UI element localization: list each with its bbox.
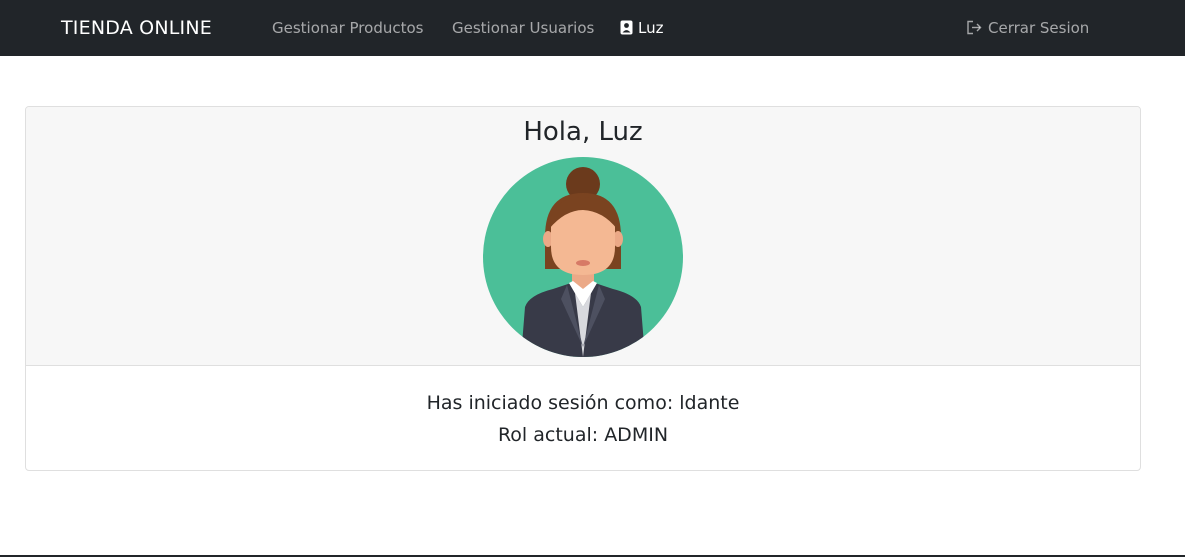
avatar (483, 157, 683, 357)
role-text: Rol actual: ADMIN (497, 424, 669, 446)
profile-card-body: Has iniciado sesión como: ldante Rol act… (26, 387, 1140, 451)
profile-card-header: Hola, Luz (26, 107, 1140, 366)
brand-link[interactable]: TIENDA ONLINE (61, 15, 212, 41)
logout-label: Cerrar Sesion (988, 19, 1090, 37)
nav-link-users[interactable]: Gestionar Usuarios (452, 17, 594, 39)
nav-link-profile-label: Luz (638, 19, 664, 37)
logged-in-as-text: Has iniciado sesión como: ldante (426, 392, 740, 414)
profile-card: Hola, Luz Has iniciado sesión como: ldan… (25, 106, 1141, 471)
nav-link-products[interactable]: Gestionar Productos (272, 17, 423, 39)
navbar: TIENDA ONLINE Gestionar Productos Gestio… (0, 0, 1185, 56)
logout-link[interactable]: Cerrar Sesion (966, 17, 1089, 41)
greeting-heading: Hola, Luz (523, 117, 643, 147)
user-badge-icon (620, 19, 633, 41)
sign-out-icon (966, 19, 983, 41)
nav-link-profile[interactable]: Luz (620, 17, 663, 41)
